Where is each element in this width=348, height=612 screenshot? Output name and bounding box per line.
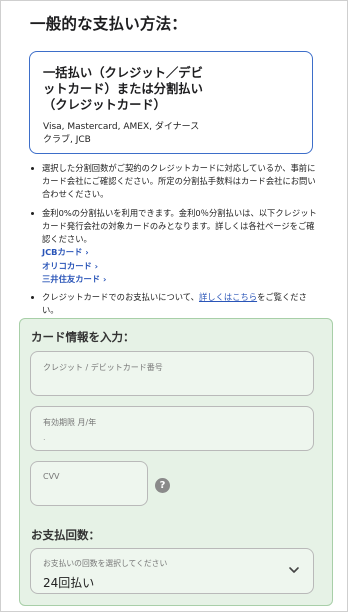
- expiry-field[interactable]: 有効期限 月/年 .: [30, 406, 314, 451]
- payment-option-title: 一括払い（クレジット／デビットカード）または分割払い（クレジットカード）: [43, 66, 203, 112]
- card-number-label: クレジット / デビットカード番号: [43, 363, 163, 372]
- payment-option-brands: Visa, Mastercard, AMEX, ダイナースクラブ, JCB: [43, 122, 200, 145]
- installments-title: お支払回数：: [31, 528, 100, 542]
- installments-select-label: お支払いの回数を選択してください: [43, 559, 168, 568]
- help-icon[interactable]: ?: [155, 478, 170, 493]
- card-number-field[interactable]: クレジット / デビットカード番号: [30, 351, 314, 396]
- note-zero-interest-text: 金利0%の分割払いを利用できます。金利0％分割払いは、以下クレジットカード発行会…: [42, 208, 317, 244]
- cvv-label: CVV: [43, 472, 60, 481]
- page-title: 一般的な支払い方法：: [30, 15, 188, 33]
- payment-option-card[interactable]: 一括払い（クレジット／デビットカード）または分割払い（クレジットカード） Vis…: [29, 51, 313, 154]
- orico-card-link[interactable]: オリコカード ›: [42, 260, 319, 274]
- note-credit-info: クレジットカードでのお支払いについて、詳しくはこちらをご覧ください。: [29, 291, 319, 317]
- note-installment-check-text: 選択した分割回数がご契約のクレジットカードに対応しているか、事前にカード会社にご…: [42, 163, 316, 199]
- cvv-field[interactable]: CVV: [30, 461, 148, 506]
- installments-select-value: 24回払い: [43, 576, 95, 590]
- expiry-value: .: [43, 433, 46, 442]
- note-installment-check: 選択した分割回数がご契約のクレジットカードに対応しているか、事前にカード会社にご…: [29, 162, 319, 201]
- payment-notes: 選択した分割回数がご契約のクレジットカードに対応しているか、事前にカード会社にご…: [29, 162, 319, 323]
- jcb-card-link[interactable]: JCBカード ›: [42, 246, 319, 260]
- details-link[interactable]: 詳しくはこちら: [199, 292, 257, 302]
- card-info-title: カード情報を入力：: [31, 330, 135, 344]
- note-zero-interest: 金利0%の分割払いを利用できます。金利0％分割払いは、以下クレジットカード発行会…: [29, 207, 319, 287]
- smbc-card-link[interactable]: 三井住友カード ›: [42, 273, 319, 287]
- card-info-panel: カード情報を入力： クレジット / デビットカード番号 有効期限 月/年 . C…: [19, 318, 333, 606]
- chevron-down-icon: [289, 567, 299, 573]
- note-credit-info-prefix: クレジットカードでのお支払いについて、: [42, 291, 199, 302]
- installments-select[interactable]: お支払いの回数を選択してください 24回払い: [30, 548, 314, 594]
- expiry-label: 有効期限 月/年: [43, 418, 97, 427]
